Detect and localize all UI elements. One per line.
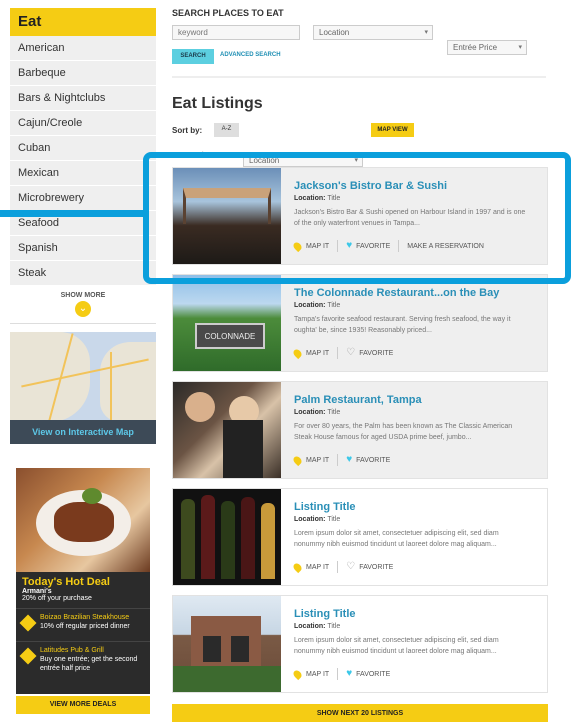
heart-icon[interactable]: ♥ bbox=[346, 669, 352, 679]
category-item-bars[interactable]: Bars & Nightclubs bbox=[10, 86, 156, 111]
listing-card[interactable]: Palm Restaurant, Tampa Location: Title F… bbox=[172, 381, 548, 479]
map-land bbox=[100, 342, 156, 422]
listing-photo bbox=[173, 489, 281, 585]
view-more-deals-button[interactable]: VIEW MORE DEALS bbox=[16, 696, 150, 714]
listing-description: Lorem ipsum dolor sit amet, consectetuer… bbox=[294, 637, 499, 655]
map-pin-icon bbox=[291, 454, 304, 466]
highlight-frame bbox=[143, 152, 571, 284]
category-item-cajun[interactable]: Cajun/Creole bbox=[10, 111, 156, 136]
map-pin-icon bbox=[291, 668, 304, 680]
sort-az-button[interactable]: A-Z bbox=[214, 123, 239, 137]
listing-actions: MAP IT ♡ FAVORITE bbox=[291, 347, 393, 359]
favorite-link[interactable]: FAVORITE bbox=[359, 564, 393, 571]
chevron-down-icon[interactable]: ⌄ bbox=[75, 301, 91, 317]
category-item-cuban[interactable]: Cuban bbox=[10, 136, 156, 161]
favorite-link[interactable]: FAVORITE bbox=[356, 457, 390, 464]
listing-photo: COLONNADE bbox=[173, 275, 281, 371]
map-it-link[interactable]: MAP IT bbox=[306, 564, 329, 571]
listing-card[interactable]: COLONNADE The Colonnade Restaurant...on … bbox=[172, 274, 548, 372]
listing-card[interactable]: Listing Title Location: Title Lorem ipsu… bbox=[172, 488, 548, 586]
keyword-input[interactable] bbox=[172, 25, 300, 40]
tag-icon bbox=[19, 614, 37, 632]
deal-name: Latitudes Pub & Grill bbox=[40, 647, 104, 654]
view-map-link[interactable]: View on Interactive Map bbox=[10, 420, 156, 444]
category-item-mexican[interactable]: Mexican bbox=[10, 161, 156, 186]
map-pin-icon bbox=[291, 347, 304, 359]
price-select-value: Entrée Price bbox=[453, 43, 498, 52]
hot-deals-panel: Today's Hot Deal Armani's 20% off your p… bbox=[16, 468, 150, 694]
chevron-down-icon: ▾ bbox=[424, 29, 428, 36]
search-button[interactable]: SEARCH bbox=[172, 49, 214, 64]
map-it-link[interactable]: MAP IT bbox=[306, 350, 329, 357]
listing-description: For over 80 years, the Palm has been kno… bbox=[294, 423, 513, 441]
category-item-american[interactable]: American bbox=[10, 36, 156, 61]
category-heading: Eat bbox=[10, 8, 156, 36]
search-heading: SEARCH PLACES TO EAT bbox=[172, 8, 284, 18]
map-it-link[interactable]: MAP IT bbox=[306, 457, 329, 464]
listing-actions: MAP IT ♡ FAVORITE bbox=[291, 561, 393, 573]
listing-location: Location: Title bbox=[294, 623, 341, 630]
hot-deal-offer: 20% off your purchase bbox=[22, 595, 92, 602]
listing-description: Tampa's favorite seafood restaurant. Ser… bbox=[294, 316, 511, 334]
deal-item[interactable]: Latitudes Pub & Grill Buy one entrée; get… bbox=[16, 641, 150, 677]
chevron-down-icon: ▾ bbox=[518, 44, 522, 51]
listing-title[interactable]: Listing Title bbox=[294, 501, 356, 513]
sign-text: COLONNADE bbox=[195, 323, 265, 349]
listing-actions: MAP IT ♥ FAVORITE bbox=[291, 454, 390, 466]
category-sidebar: Eat American Barbeque Bars & Nightclubs … bbox=[10, 8, 156, 324]
listing-title[interactable]: Palm Restaurant, Tampa bbox=[294, 394, 422, 406]
favorite-link[interactable]: FAVORITE bbox=[359, 350, 393, 357]
show-more-link[interactable]: SHOW MORE bbox=[10, 292, 156, 299]
category-item-microbrewery[interactable]: Microbrewery bbox=[10, 186, 156, 211]
page-title: Eat Listings bbox=[172, 95, 263, 112]
listing-location: Location: Title bbox=[294, 516, 341, 523]
advanced-search-link[interactable]: ADVANCED SEARCH bbox=[220, 52, 281, 58]
deal-name: Boizao Brazilian Steakhouse bbox=[40, 614, 130, 621]
deal-offer: Buy one entrée; get the second entrée ha… bbox=[40, 656, 138, 672]
listing-title[interactable]: The Colonnade Restaurant...on the Bay bbox=[294, 287, 499, 299]
listing-title[interactable]: Listing Title bbox=[294, 608, 356, 620]
divider bbox=[172, 76, 546, 78]
deal-photo bbox=[16, 468, 150, 572]
map-land bbox=[10, 332, 90, 422]
listing-actions: MAP IT ♥ FAVORITE bbox=[291, 668, 390, 680]
listing-card[interactable]: Listing Title Location: Title Lorem ipsu… bbox=[172, 595, 548, 693]
location-select-value: Location bbox=[319, 28, 350, 37]
map-it-link[interactable]: MAP IT bbox=[306, 671, 329, 678]
divider bbox=[10, 323, 156, 324]
map-view-button[interactable]: MAP VIEW bbox=[371, 123, 414, 137]
listing-location: Location: Title bbox=[294, 409, 341, 416]
show-next-listings-button[interactable]: SHOW NEXT 20 LISTINGS bbox=[172, 704, 548, 722]
hot-deal-name: Armani's bbox=[22, 588, 52, 595]
sort-label: Sort by: bbox=[172, 126, 203, 135]
favorite-link[interactable]: FAVORITE bbox=[356, 671, 390, 678]
category-item-barbeque[interactable]: Barbeque bbox=[10, 61, 156, 86]
interactive-map-thumbnail[interactable]: View on Interactive Map bbox=[10, 332, 156, 444]
location-select[interactable]: Location ▾ bbox=[313, 25, 433, 40]
hot-deal-title: Today's Hot Deal bbox=[22, 576, 110, 588]
heart-outline-icon[interactable]: ♡ bbox=[346, 348, 355, 358]
listing-photo bbox=[173, 382, 281, 478]
map-pin-icon bbox=[291, 561, 304, 573]
price-select[interactable]: Entrée Price ▾ bbox=[447, 40, 527, 55]
highlight-connector bbox=[0, 210, 143, 217]
map-road bbox=[110, 352, 112, 422]
heart-outline-icon[interactable]: ♡ bbox=[346, 562, 355, 572]
listing-description: Lorem ipsum dolor sit amet, consectetuer… bbox=[294, 530, 499, 548]
deal-item[interactable]: Boizao Brazilian Steakhouse 10% off regul… bbox=[16, 608, 150, 635]
listing-photo bbox=[173, 596, 281, 692]
heart-icon[interactable]: ♥ bbox=[346, 455, 352, 465]
tag-icon bbox=[19, 647, 37, 665]
category-item-spanish[interactable]: Spanish bbox=[10, 236, 156, 261]
category-item-steak[interactable]: Steak bbox=[10, 261, 156, 286]
listing-location: Location: Title bbox=[294, 302, 341, 309]
deal-offer: 10% off regular priced dinner bbox=[40, 623, 130, 630]
